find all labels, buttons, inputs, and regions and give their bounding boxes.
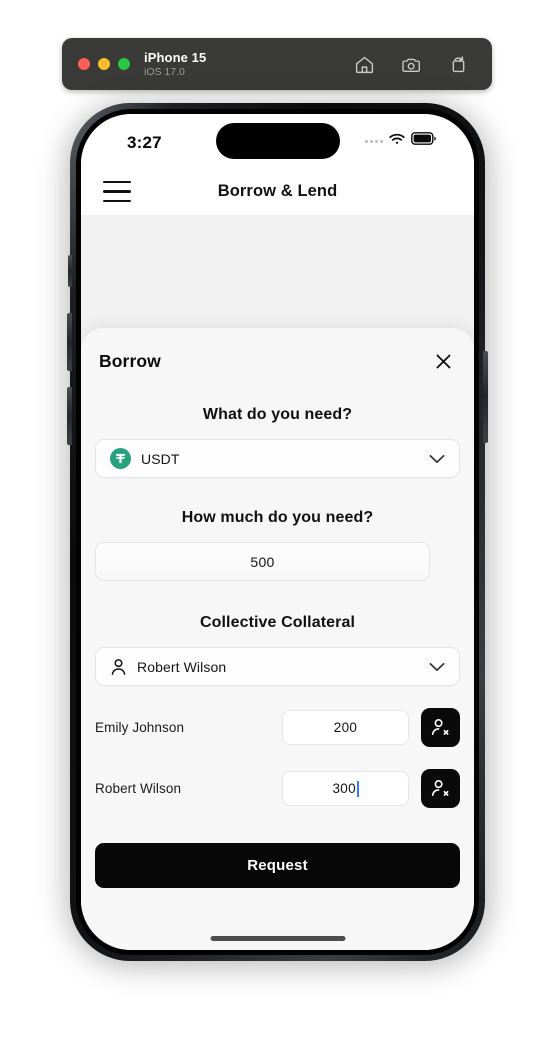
dynamic-island <box>215 123 340 159</box>
status-indicators <box>365 132 436 150</box>
hamburger-menu-icon[interactable] <box>103 180 131 203</box>
close-icon[interactable] <box>430 348 456 374</box>
signal-dots-icon <box>365 139 383 143</box>
asset-section-label: What do you need? <box>202 406 353 423</box>
phone-frame: 3:27 Borrow & Lend Borrow What do you ne… <box>67 103 488 961</box>
power-button[interactable] <box>483 351 488 443</box>
home-icon[interactable] <box>354 54 375 75</box>
collateral-amount-input[interactable]: 300 <box>282 771 409 806</box>
ios-status-bar: 3:27 <box>81 114 474 168</box>
collateral-row-name: Robert Wilson <box>95 781 182 796</box>
collateral-person-value: Robert Wilson <box>137 658 227 675</box>
asset-select[interactable]: USDT <box>95 439 460 478</box>
silent-switch[interactable] <box>68 255 72 287</box>
simulator-title-block: iPhone 15 iOS 17.0 <box>144 50 206 79</box>
person-icon <box>110 658 127 676</box>
amount-input[interactable]: 500 <box>95 542 430 581</box>
asset-selected-value: USDT <box>141 450 180 467</box>
collateral-amount-input[interactable]: 200 <box>282 710 409 745</box>
screenshot-icon[interactable] <box>401 54 423 75</box>
text-cursor <box>356 780 359 797</box>
chevron-down-icon <box>429 662 445 672</box>
close-window-button[interactable] <box>78 58 90 70</box>
app-content-area: Borrow What do you need? USDT How much d… <box>81 216 474 950</box>
simulator-os-version: iOS 17.0 <box>144 65 185 78</box>
page-title: Borrow & Lend <box>217 182 338 200</box>
borrow-modal-sheet: Borrow What do you need? USDT How much d… <box>81 328 474 950</box>
rotate-icon[interactable] <box>449 54 468 75</box>
amount-section-label: How much do you need? <box>181 509 374 526</box>
window-controls <box>78 58 130 70</box>
collateral-row-name: Emily Johnson <box>95 720 185 735</box>
modal-title: Borrow <box>99 350 161 371</box>
collateral-row: Emily Johnson 200 <box>95 708 460 747</box>
status-time: 3:27 <box>127 133 162 152</box>
collateral-amount-value: 200 <box>333 720 358 735</box>
collateral-row: Robert Wilson 300 <box>95 769 460 808</box>
modal-header: Borrow <box>95 328 460 380</box>
volume-up-button[interactable] <box>67 313 72 371</box>
tether-icon <box>110 448 131 469</box>
wifi-icon <box>389 132 405 150</box>
collateral-amount-value: 300 <box>332 781 356 796</box>
screenshot-root: iPhone 15 iOS 17.0 3:27 Borrow & Lend Bo… <box>0 0 555 1048</box>
chevron-down-icon <box>429 454 445 464</box>
person-remove-icon[interactable] <box>421 769 460 808</box>
simulator-toolbar: iPhone 15 iOS 17.0 <box>62 38 492 90</box>
home-indicator[interactable] <box>210 936 345 941</box>
amount-input-value: 500 <box>250 553 275 570</box>
phone-bezel: 3:27 Borrow & Lend Borrow What do you ne… <box>76 109 479 955</box>
volume-down-button[interactable] <box>67 387 72 445</box>
battery-icon <box>411 132 436 150</box>
collateral-person-select[interactable]: Robert Wilson <box>95 647 460 686</box>
maximize-window-button[interactable] <box>118 58 130 70</box>
phone-screen: 3:27 Borrow & Lend Borrow What do you ne… <box>81 114 474 950</box>
simulator-actions <box>354 54 476 75</box>
request-button[interactable]: Request <box>95 843 460 888</box>
minimize-window-button[interactable] <box>98 58 110 70</box>
collateral-section-label: Collective Collateral <box>199 614 356 631</box>
simulator-device-name: iPhone 15 <box>144 49 207 65</box>
request-button-label: Request <box>247 857 308 874</box>
app-navigation-bar: Borrow & Lend <box>81 168 474 216</box>
person-remove-icon[interactable] <box>421 708 460 747</box>
